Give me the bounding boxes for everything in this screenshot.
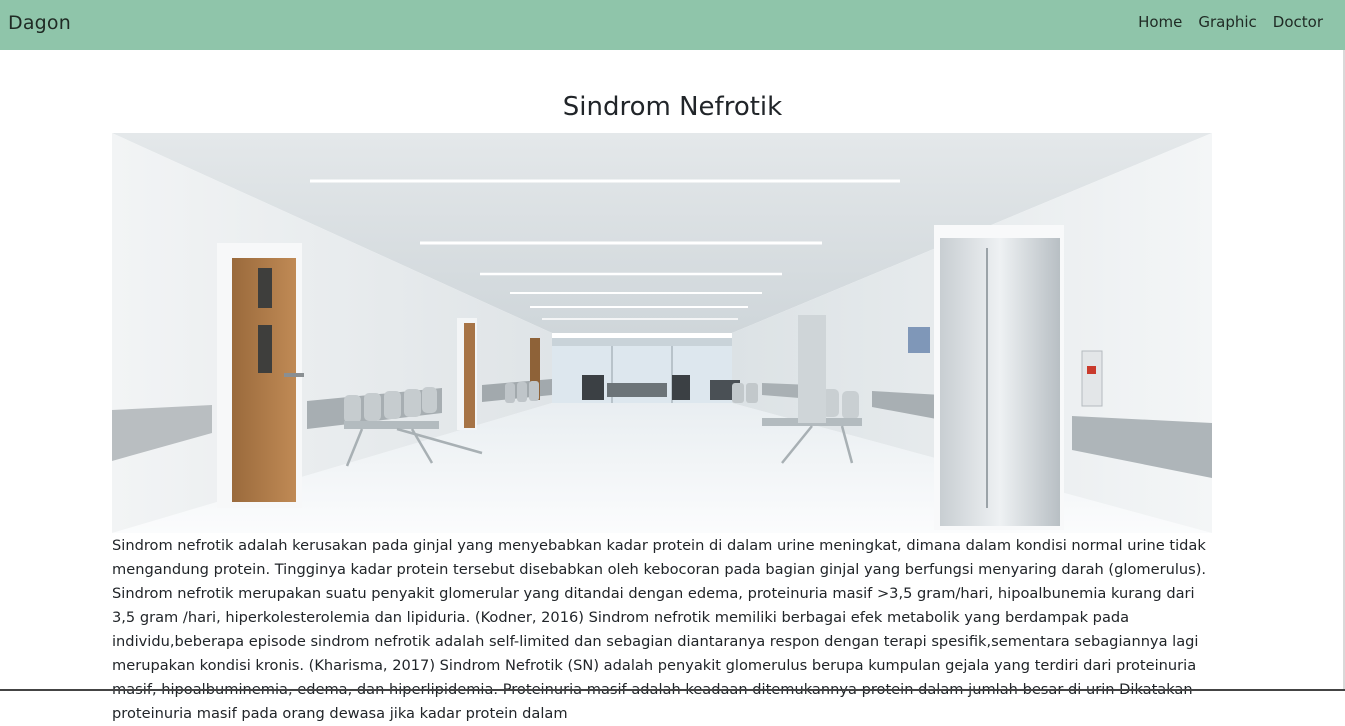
nav-link-home[interactable]: Home: [1138, 13, 1182, 31]
nav-links: Home Graphic Doctor: [1138, 13, 1323, 31]
top-navbar: Dagon Home Graphic Doctor: [0, 0, 1345, 50]
hospital-corridor-image: [112, 133, 1212, 533]
page-title: Sindrom Nefrotik: [562, 92, 783, 122]
brand-logo[interactable]: Dagon: [8, 12, 71, 34]
article-text: Sindrom nefrotik adalah kerusakan pada g…: [112, 537, 1207, 722]
nav-link-graphic[interactable]: Graphic: [1198, 13, 1256, 31]
nav-link-doctor[interactable]: Doctor: [1273, 13, 1323, 31]
